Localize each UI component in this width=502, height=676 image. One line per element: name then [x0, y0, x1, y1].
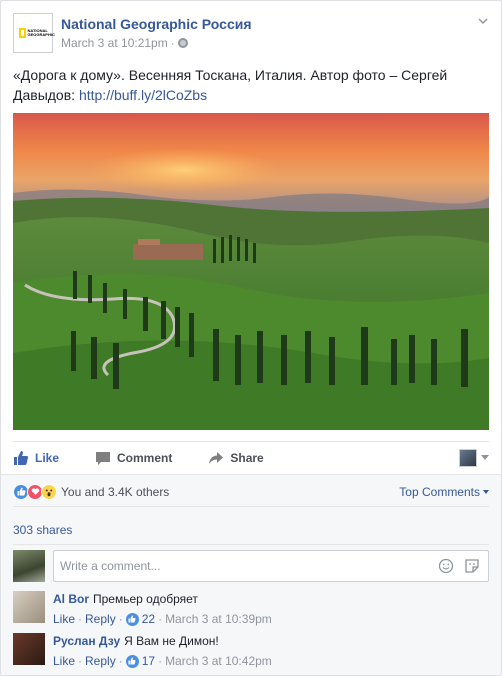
comment-label: Comment	[117, 450, 173, 465]
like-label: Like	[35, 450, 60, 465]
post-timestamp[interactable]: March 3 at 10:21pm	[61, 36, 168, 50]
comment-placeholder: Write a comment...	[60, 559, 161, 573]
comment-reply-link[interactable]: Reply	[85, 611, 116, 627]
viewer-avatar	[459, 448, 477, 467]
reactions-row: You and 3.4K others Top Comments	[13, 483, 489, 507]
avatar[interactable]	[13, 550, 45, 582]
comment-like-count[interactable]: 17	[142, 653, 155, 669]
caret-down-icon	[481, 455, 489, 460]
comment-item: Al Bor Премьер одобряет Like · Reply · 22…	[13, 591, 489, 627]
share-button[interactable]: Share	[208, 450, 264, 466]
comment-timestamp[interactable]: March 3 at 10:42pm	[165, 653, 272, 669]
post-photo[interactable]	[13, 113, 489, 430]
composer-icons	[438, 558, 488, 574]
comment-body: Руслан Дзу Я Вам не Димон! Like · Reply ·…	[53, 633, 272, 669]
comment-author[interactable]: Al Bor	[53, 592, 89, 606]
comment-like-link[interactable]: Like	[53, 653, 75, 669]
like-count-icon	[125, 654, 139, 668]
avatar[interactable]	[13, 633, 45, 665]
shares-count[interactable]: 303 shares	[13, 523, 72, 537]
shares-row: 303 shares	[13, 515, 489, 545]
chevron-down-icon[interactable]	[477, 15, 489, 27]
comment-text: Премьер одобряет	[93, 592, 198, 606]
comment-reply-link[interactable]: Reply	[85, 653, 116, 669]
like-button[interactable]: Like	[13, 450, 59, 466]
comment-meta: Like · Reply · 17 · March 3 at 10:42pm	[53, 653, 272, 669]
page-avatar[interactable]: NATIONAL GEOGRAPHIC	[13, 13, 55, 53]
comment-body: Al Bor Премьер одобряет Like · Reply · 22…	[53, 591, 272, 627]
comment-timestamp[interactable]: March 3 at 10:39pm	[165, 611, 272, 627]
post-link[interactable]: http://buff.ly/2lCoZbs	[79, 87, 207, 103]
post-as-selector[interactable]	[459, 448, 489, 467]
wow-reaction-icon[interactable]	[41, 483, 57, 500]
thumbs-up-icon	[14, 450, 28, 465]
comment-like-count[interactable]: 22	[142, 611, 155, 627]
post-text: «Дорога к дому». Весенняя Тоскана, Итали…	[13, 65, 483, 105]
caret-down-icon	[483, 489, 489, 494]
meta-separator: ·	[118, 654, 123, 668]
comment-author[interactable]: Руслан Дзу	[53, 634, 120, 648]
meta-separator: ·	[78, 612, 83, 626]
page-name-link[interactable]: National Geographic Россия	[61, 16, 252, 32]
meta-separator: ·	[170, 36, 175, 50]
comment-composer: Write a comment...	[13, 550, 489, 582]
globe-icon[interactable]	[177, 38, 188, 48]
feedback-area: You and 3.4K others Top Comments 303 sha…	[1, 474, 501, 675]
meta-separator: ·	[158, 612, 163, 626]
comment-icon	[96, 451, 111, 465]
like-count-icon	[125, 612, 139, 626]
top-comments-dropdown[interactable]: Top Comments	[399, 485, 489, 499]
top-comments-label: Top Comments	[399, 484, 480, 499]
sticker-icon[interactable]	[464, 558, 480, 574]
comment-like-link[interactable]: Like	[53, 611, 75, 627]
comment-input[interactable]: Write a comment...	[53, 550, 489, 582]
meta-separator: ·	[78, 654, 83, 668]
comment-item: Руслан Дзу Я Вам не Димон! Like · Reply ·…	[13, 633, 489, 669]
avatar[interactable]	[13, 591, 45, 623]
comment-meta: Like · Reply · 22 · March 3 at 10:39pm	[53, 611, 272, 627]
natgeo-logo: NATIONAL GEOGRAPHIC	[18, 28, 55, 38]
meta-separator: ·	[118, 612, 123, 626]
share-arrow-icon	[209, 451, 224, 464]
post-card: NATIONAL GEOGRAPHIC National Geographic …	[0, 0, 502, 676]
emoji-icon[interactable]	[438, 558, 454, 574]
post-meta: March 3 at 10:21pm ·	[61, 36, 188, 50]
share-label: Share	[230, 450, 264, 465]
comment-text: Я Вам не Димон!	[124, 634, 219, 648]
meta-separator: ·	[158, 654, 163, 668]
action-bar: Like Comment Share	[13, 441, 489, 473]
reactions-summary[interactable]: You and 3.4K others	[61, 485, 169, 499]
comment-button[interactable]: Comment	[95, 450, 172, 466]
